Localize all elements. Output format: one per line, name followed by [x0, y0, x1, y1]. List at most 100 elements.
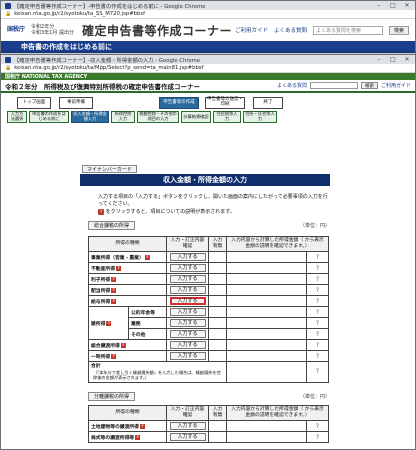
help-link-icon[interactable]: ?: [309, 342, 326, 349]
help-icon[interactable]: ?: [111, 276, 117, 282]
status-cell: [208, 273, 227, 285]
row-label: 雑所得?: [88, 306, 129, 340]
faq-link[interactable]: よくある質問: [277, 82, 307, 89]
row-label-text: 利子所得: [91, 277, 111, 283]
help-link-icon[interactable]: ?: [309, 309, 326, 316]
input-cell: 入力する: [166, 317, 209, 329]
input-button[interactable]: 入力する: [169, 433, 206, 441]
help-link-icon[interactable]: ?: [309, 353, 326, 360]
help-icon[interactable]: ?: [144, 254, 150, 260]
nta-logo: 国税庁: [7, 26, 26, 33]
address-bar[interactable]: 🔒 keisan.nta.go.jp/r2/syotoku/ta_SS_M720…: [1, 10, 415, 19]
amount-cell: [226, 251, 307, 263]
input-cell: 入力する: [166, 284, 209, 296]
minimize-icon[interactable]: –: [375, 56, 383, 63]
amount-cell: [226, 431, 307, 443]
total-label-cell: 合計 （「本年分で差し引く繰越損失額」を入力した場合は、繰越損失を控除後の金額が…: [88, 361, 227, 383]
close-icon[interactable]: ✕: [403, 56, 411, 63]
help-icon[interactable]: ?: [111, 298, 117, 304]
page-band: 申告書の作成をはじめる前に: [1, 41, 415, 53]
help-icon[interactable]: ?: [135, 434, 141, 440]
amount-cell: [226, 339, 307, 351]
header-kind: 所得の種類: [88, 236, 167, 252]
input-cell: 入力する: [166, 420, 209, 432]
link-cell: ?: [305, 262, 330, 274]
help-icon[interactable]: ?: [106, 320, 112, 326]
link-cell: ?: [305, 350, 330, 362]
flow-sub-income: 収入金額・所得金額入力: [71, 111, 109, 123]
row-label-text: 雑所得: [91, 321, 106, 327]
header-result: 入力内容から計算した所得金額（ から表示金額の説明を確認できます。）: [225, 236, 330, 252]
help-link-icon[interactable]: ?: [309, 254, 326, 261]
row-label-text: 不動産所得: [91, 266, 115, 272]
row-label: 総合譲渡所得?: [88, 339, 167, 351]
page-title: 収入金額・所得金額の入力: [80, 174, 330, 186]
input-button[interactable]: 入力する: [169, 341, 206, 349]
input-button[interactable]: 入力する: [169, 422, 206, 430]
guide-link[interactable]: ご利用ガイド: [381, 82, 411, 89]
help-link-icon[interactable]: ?: [309, 434, 326, 441]
unit-label: （単位：円）: [300, 394, 331, 400]
address-bar[interactable]: 🔒 keisan.nta.go.jp/r2/syotoku/ta/Mpp/Sel…: [1, 64, 415, 73]
input-button[interactable]: 入力する: [169, 275, 206, 283]
help-icon[interactable]: ?: [111, 353, 117, 359]
flow-sub-deduction: 所得控除入力: [111, 111, 135, 123]
url-text[interactable]: keisan.nta.go.jp/r2/syotoku/ta/Mpp/Selec…: [14, 65, 203, 71]
help-icon[interactable]: ?: [116, 265, 121, 271]
search-button[interactable]: 検索: [388, 25, 409, 35]
help-icon[interactable]: ?: [120, 342, 126, 348]
favicon-icon: [5, 2, 11, 9]
link-cell: ?: [305, 420, 330, 432]
faq-link[interactable]: よくある質問: [274, 26, 307, 34]
section-comprehensive[interactable]: 総合課税の所得: [88, 221, 136, 230]
help-icon[interactable]: ?: [139, 423, 145, 429]
url-text[interactable]: keisan.nta.go.jp/r2/syotoku/ta_SS_M720.j…: [14, 11, 145, 17]
sub-row-label: 公的年金等: [128, 306, 167, 318]
guide-link[interactable]: ご利用ガイド: [235, 26, 268, 34]
input-button[interactable]: 入力する: [169, 330, 206, 338]
instruction-line: 入力する項目の「入力する」ボタンをクリックし、開いた画面の案内にしたがって必要事…: [98, 194, 328, 208]
table-header: 所得の種類 入力・訂正内容確認 入力有無 入力内容から計算した所得金額（ から表…: [88, 405, 330, 421]
input-button[interactable]: 入力する: [169, 319, 206, 327]
row-label: 利子所得?: [88, 273, 167, 285]
instruction-help-text: をクリックすると、項目についての説明が表示されます。: [105, 208, 235, 215]
link-cell: ?: [305, 317, 330, 329]
input-button[interactable]: 入力する: [169, 264, 206, 272]
sub-row-label: 業務: [128, 317, 167, 329]
amount-cell: [226, 262, 307, 274]
section-separate[interactable]: 分離課税の所得: [88, 392, 136, 401]
help-link-icon[interactable]: ?: [309, 287, 326, 294]
help-link-icon[interactable]: ?: [309, 423, 326, 430]
status-cell: [208, 295, 227, 307]
minimize-icon[interactable]: –: [375, 2, 383, 9]
link-cell: ?: [305, 361, 330, 383]
input-button[interactable]: 入力する: [169, 308, 206, 316]
close-icon[interactable]: ✕: [403, 2, 411, 9]
amount-cell: [226, 273, 307, 285]
input-button[interactable]: 入力する: [169, 286, 206, 294]
faq-search-input[interactable]: よくある質問を検索: [312, 25, 383, 35]
row-label-text: 総合譲渡所得: [91, 343, 120, 349]
input-button-selected[interactable]: 入力する: [169, 297, 206, 305]
help-link-icon[interactable]: ?: [309, 331, 326, 338]
header-tools: よくある質問 検索 ご利用ガイド: [277, 82, 411, 89]
header-status: 入力有無: [208, 236, 227, 252]
search-button[interactable]: 検索: [360, 82, 378, 89]
help-icon[interactable]: ?: [111, 287, 117, 293]
input-cell: 入力する: [166, 262, 209, 274]
input-cell: 入力する: [166, 328, 209, 340]
help-link-icon[interactable]: ?: [309, 368, 326, 375]
help-link-icon[interactable]: ?: [309, 320, 326, 327]
maximize-icon[interactable]: □: [389, 56, 397, 63]
mynumber-card-button[interactable]: マイナンバーカード: [82, 165, 137, 173]
help-link-icon[interactable]: ?: [309, 265, 326, 272]
help-link-icon[interactable]: ?: [309, 276, 326, 283]
help-link-icon[interactable]: ?: [309, 298, 326, 305]
separate-income-table: 所得の種類 入力・訂正内容確認 入力有無 入力内容から計算した所得金額（ から表…: [88, 405, 330, 443]
progress-flow: トップ画面 事前準備 申告書等の作成 申告書等の送信・印刷 終了 入力方法選択 …: [7, 95, 409, 125]
title-bar: 【確定申告書等作成コーナー】-収入金額・所得金額の入力 - Google Chr…: [1, 55, 415, 64]
input-button[interactable]: 入力する: [169, 253, 206, 261]
input-button[interactable]: 入力する: [169, 352, 206, 360]
search-input[interactable]: [309, 82, 358, 89]
maximize-icon[interactable]: □: [389, 2, 397, 9]
